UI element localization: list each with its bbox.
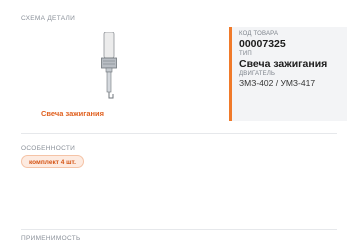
divider [21,229,337,230]
diagram-caption: Свеча зажигания [40,109,105,118]
set-quantity-badge: комплект 4 шт. [21,155,84,168]
spark-plug-icon [101,32,117,99]
part-diagram: Свеча зажигания [40,28,205,128]
code-value: 00007325 [239,38,286,50]
engine-value: ЗМЗ-402 / УМЗ-417 [239,78,316,88]
divider [21,133,337,134]
type-value: Свеча зажигания [239,58,328,70]
diagram-section-label: СХЕМА ДЕТАЛИ [21,15,76,22]
engine-label: ДВИГАТЕЛЬ [239,71,276,77]
features-section-label: ОСОБЕННОСТИ [21,145,76,152]
part-info-panel: КОД ТОВАРА 00007325 ТИП Свеча зажигания … [229,27,347,121]
code-label: КОД ТОВАРА [239,31,279,37]
applicability-section-label: ПРИМЕНИМОСТЬ [21,235,81,242]
type-label: ТИП [239,51,252,57]
